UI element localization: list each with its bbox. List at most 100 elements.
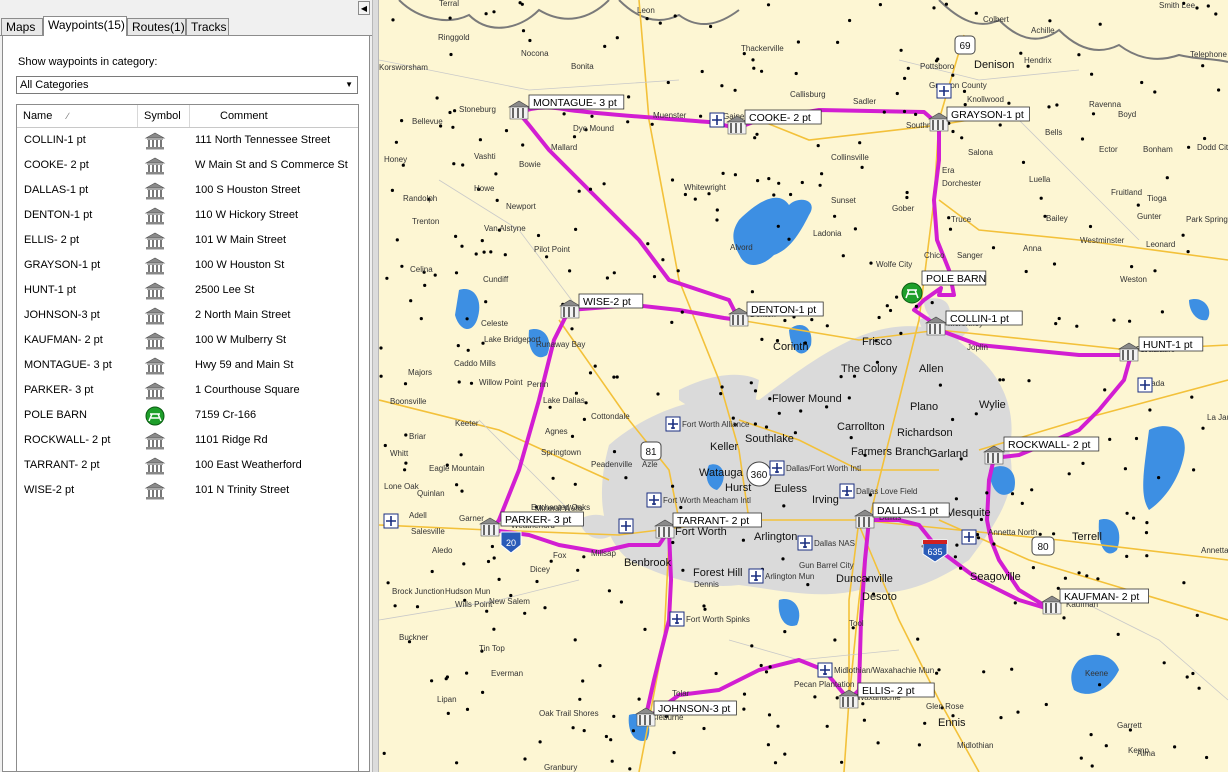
town-label: Runaway Bay <box>536 340 585 349</box>
point-of-interest-dot <box>628 767 632 771</box>
map-waypoint[interactable]: HUNT-1 pt <box>1117 336 1204 362</box>
point-of-interest-dot <box>676 269 680 273</box>
point-of-interest-dot <box>1077 53 1081 57</box>
point-of-interest-dot <box>764 670 769 674</box>
point-of-interest-dot <box>672 751 676 755</box>
point-of-interest-dot <box>394 140 398 144</box>
dropdown-arrow-icon[interactable]: ▼ <box>345 77 353 93</box>
point-of-interest-dot <box>454 234 458 238</box>
town-label: Boonsville <box>390 397 427 406</box>
point-of-interest-dot <box>1039 196 1043 200</box>
waypoint-row[interactable]: MONTAGUE- 3 pt Hwy 59 and Main St <box>17 353 358 378</box>
point-of-interest-dot <box>783 318 787 323</box>
point-of-interest-dot <box>794 71 798 76</box>
map-waypoint[interactable]: KAUFMAN- 2 pt <box>1040 588 1149 615</box>
town-label: Colbert <box>983 15 1010 24</box>
point-of-interest-dot <box>652 275 657 279</box>
city-label: Fort Worth <box>675 526 727 538</box>
map-waypoint[interactable]: GRAYSON-1 pt <box>927 106 1030 132</box>
town-label: Willow Point <box>479 378 523 387</box>
waypoint-row[interactable]: DENTON-1 pt 110 W Hickory Street <box>17 203 358 228</box>
waypoint-row[interactable]: DALLAS-1 pt 100 S Houston Street <box>17 178 358 203</box>
sort-indicator-icon: ∕ <box>67 111 69 121</box>
courthouse-icon <box>727 307 751 327</box>
map-waypoint[interactable]: POLE BARN <box>901 270 987 304</box>
point-of-interest-dot <box>490 544 494 549</box>
waypoint-row[interactable]: ELLIS- 2 pt 101 W Main Street <box>17 228 358 253</box>
tab-routes[interactable]: Routes(1) <box>127 18 186 35</box>
column-header-comment[interactable]: Comment <box>190 105 358 127</box>
airport-label: Fort Worth Meacham Intl <box>663 496 751 505</box>
point-of-interest-dot <box>777 411 781 415</box>
point-of-interest-dot <box>951 73 955 77</box>
point-of-interest-dot <box>574 227 578 231</box>
tab-tracks[interactable]: Tracks <box>186 18 229 35</box>
point-of-interest-dot <box>538 740 542 744</box>
town-label: Cundiff <box>483 275 509 284</box>
town-label: Hendrix <box>1024 56 1052 65</box>
point-of-interest-dot <box>1038 532 1042 536</box>
waypoint-row[interactable]: GRAYSON-1 pt 100 W Houston St <box>17 253 358 278</box>
waypoint-row[interactable]: HUNT-1 pt 2500 Lee St <box>17 278 358 303</box>
city-label: Corinth <box>773 341 808 353</box>
waypoint-name: POLE BARN <box>24 409 87 421</box>
map-waypoint[interactable]: WISE-2 pt <box>558 293 644 319</box>
waypoint-row[interactable]: KAUFMAN- 2 pt 100 W Mulberry St <box>17 328 358 353</box>
city-label: Watauga <box>699 467 744 479</box>
town-label: Tolar <box>672 689 690 698</box>
point-of-interest-dot <box>1125 511 1129 515</box>
point-of-interest-dot <box>847 396 851 400</box>
point-of-interest-dot <box>1020 501 1024 505</box>
point-of-interest-dot <box>944 2 949 6</box>
waypoint-row[interactable]: ROCKWALL- 2 pt 1101 Ridge Rd <box>17 428 358 453</box>
point-of-interest-dot <box>1148 408 1152 412</box>
point-of-interest-dot <box>637 697 641 701</box>
waypoint-row[interactable]: JOHNSON-3 pt 2 North Main Street <box>17 303 358 328</box>
point-of-interest-dot <box>568 269 572 273</box>
town-label: Lake Dallas <box>543 396 585 405</box>
point-of-interest-dot <box>751 58 755 62</box>
point-of-interest-dot <box>699 114 703 118</box>
map-waypoint[interactable]: DENTON-1 pt <box>727 301 824 327</box>
courthouse-icon <box>144 456 166 475</box>
point-of-interest-dot <box>492 556 496 560</box>
map-view[interactable]: 69 81 360 20 635 80 Denison Frisco The C… <box>379 0 1228 772</box>
point-of-interest-dot <box>656 392 660 396</box>
point-of-interest-dot <box>543 606 547 610</box>
point-of-interest-dot <box>862 718 866 722</box>
point-of-interest-dot <box>419 317 423 321</box>
point-of-interest-dot <box>615 375 619 379</box>
town-label: Ladonia <box>813 229 842 238</box>
point-of-interest-dot <box>603 44 607 49</box>
picnic-area-icon <box>901 282 923 304</box>
point-of-interest-dot <box>700 69 704 74</box>
column-header-symbol[interactable]: Symbol <box>138 105 190 127</box>
waypoint-row[interactable]: POLE BARN 7159 Cr-166 <box>17 403 358 428</box>
point-of-interest-dot <box>1201 64 1205 68</box>
column-header-name[interactable]: Name ∕ <box>17 105 138 127</box>
point-of-interest-dot <box>839 375 843 379</box>
point-of-interest-dot <box>1134 436 1139 441</box>
town-label: Dye Mound <box>573 124 614 133</box>
airport-icon: Fort Worth Spinks <box>669 611 750 627</box>
collapse-panel-button[interactable]: ◀ <box>358 1 370 15</box>
waypoint-row[interactable]: COLLIN-1 pt 111 North Tennessee Street <box>17 128 358 153</box>
city-label: Richardson <box>897 427 953 439</box>
waypoint-row[interactable]: TARRANT- 2 pt 100 East Weatherford <box>17 453 358 478</box>
waypoint-row[interactable]: PARKER- 3 pt 1 Courthouse Square <box>17 378 358 403</box>
town-label: La Jauta <box>1207 413 1228 422</box>
waypoint-row[interactable]: COOKE- 2 pt W Main St and S Commerce St <box>17 153 358 178</box>
courthouse-icon <box>144 256 166 275</box>
tab-waypoints[interactable]: Waypoints(15) <box>43 16 127 36</box>
panel-splitter[interactable] <box>372 0 379 772</box>
point-of-interest-dot <box>885 304 889 308</box>
point-of-interest-dot <box>615 36 619 40</box>
map-canvas[interactable]: 69 81 360 20 635 80 Denison Frisco The C… <box>379 0 1228 772</box>
point-of-interest-dot <box>903 76 907 80</box>
point-of-interest-dot <box>1116 632 1120 637</box>
waypoint-comment: Hwy 59 and Main St <box>195 359 294 371</box>
category-select[interactable]: All Categories ▼ <box>16 76 358 94</box>
waypoint-row[interactable]: WISE-2 pt 101 N Trinity Street <box>17 478 358 503</box>
tab-maps[interactable]: Maps <box>1 18 43 35</box>
point-of-interest-dot <box>1185 675 1189 679</box>
